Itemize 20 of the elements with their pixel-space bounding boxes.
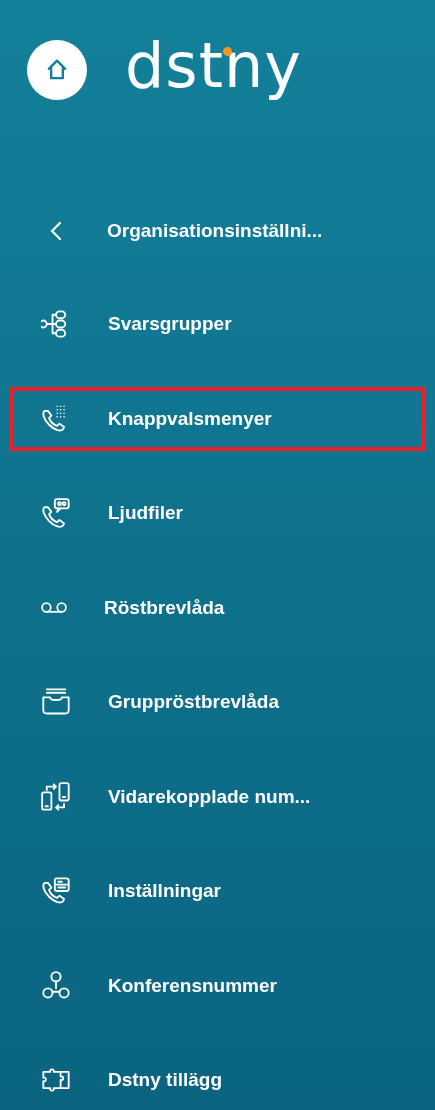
menu-item[interactable]: Vidarekopplade num... [9, 764, 426, 829]
phone-list-icon [41, 876, 71, 906]
phone-voicemail-icon [41, 498, 71, 528]
menu-item[interactable]: Röstbrevlåda [9, 575, 426, 640]
logo: dstny [125, 35, 302, 104]
voicemail-icon [41, 602, 67, 613]
tray-icon [41, 687, 71, 717]
puzzle-icon [41, 1065, 71, 1095]
menu-item[interactable]: Dstny tillägg [9, 1048, 426, 1110]
menu-item[interactable]: Svarsgrupper [9, 292, 426, 356]
home-button[interactable] [27, 40, 87, 100]
back-link[interactable]: Organisationsinställni... [0, 212, 435, 250]
menu-item[interactable]: Knappvalsmenyer [9, 386, 426, 451]
menu-item[interactable]: Ljudfiler [9, 481, 426, 545]
people-network-icon [41, 970, 71, 1001]
chevron-left-icon [50, 221, 62, 241]
menu-item[interactable]: Konferensnummer [9, 953, 426, 1018]
menu-item[interactable]: Inställningar [9, 859, 426, 923]
menu-item[interactable]: Gruppröstbrevlåda [9, 670, 426, 734]
phones-arrows-icon [41, 781, 71, 812]
